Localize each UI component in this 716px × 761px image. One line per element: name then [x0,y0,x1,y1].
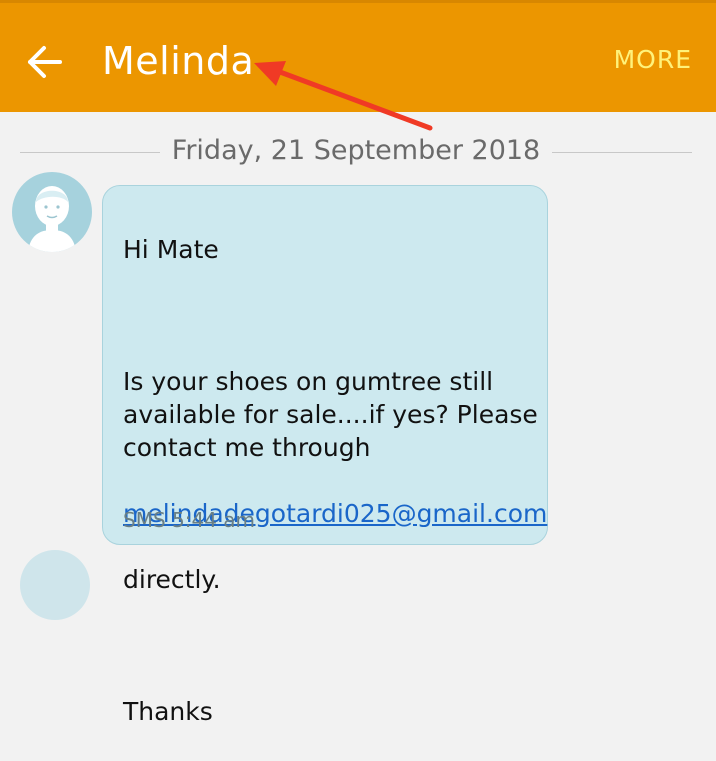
message-bubble[interactable]: Hi Mate Is your shoes on gumtree still a… [102,185,548,726]
message-directly: directly. [123,565,221,594]
date-divider: Friday, 21 September 2018 [0,132,716,172]
message-signoff: Thanks [123,697,213,726]
contact-avatar[interactable] [12,172,92,252]
divider-line-left [20,152,160,153]
next-message-avatar[interactable] [20,550,90,620]
app-bar: Melinda MORE [0,0,716,112]
back-button[interactable] [22,37,68,87]
date-divider-text: Friday, 21 September 2018 [171,135,541,166]
message-text: Hi Mate Is your shoes on gumtree still a… [123,200,547,761]
contact-name-title: Melinda [102,39,255,83]
arrow-left-icon [28,46,62,78]
message-timestamp: SMS 5:44 am [123,508,256,532]
divider-line-right [552,152,692,153]
more-button[interactable]: MORE [614,45,692,74]
message-greeting: Hi Mate [123,235,219,264]
message-body: Is your shoes on gumtree still available… [123,367,538,462]
person-avatar-icon [28,186,76,252]
